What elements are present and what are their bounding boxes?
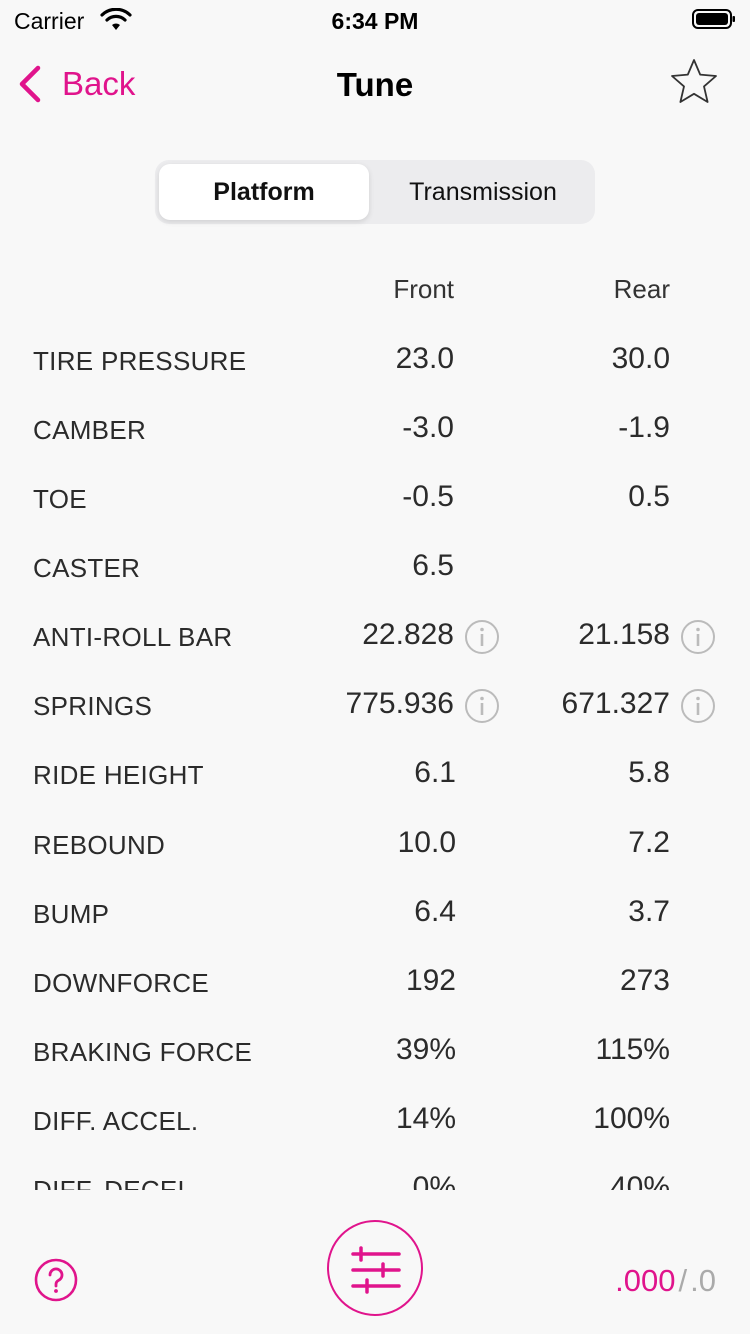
question-circle-icon[interactable] [34, 1258, 78, 1302]
row-label: DOWNFORCE [33, 968, 210, 998]
table-row: RIDE HEIGHT 6.1 5.8 [0, 740, 750, 809]
score-total: .0 [690, 1263, 716, 1298]
rear-value: 3.7 [628, 895, 670, 928]
tune-settings-button[interactable] [327, 1220, 423, 1316]
score-readout: .000/.0 [615, 1263, 716, 1299]
table-row: REBOUND 10.0 7.2 [0, 810, 750, 879]
front-value: 6.4 [414, 895, 456, 928]
battery-icon [692, 9, 735, 29]
table-row: BRAKING FORCE 39% 115% [0, 1017, 750, 1086]
navigation-bar: Back Tune [0, 40, 750, 128]
score-separator: / [678, 1263, 688, 1298]
front-value: 775.936 [345, 687, 454, 720]
table-row: TIRE PRESSURE 23.0 30.0 [0, 326, 750, 395]
front-value: 10.0 [397, 826, 456, 859]
front-value: -0.5 [402, 480, 454, 513]
table-row: CASTER 6.5 [0, 533, 750, 602]
table-row: ANTI-ROLL BAR 22.828 21.158 [0, 602, 750, 671]
rear-value: 671.327 [561, 687, 670, 720]
front-value: 39% [395, 1033, 456, 1066]
front-value: 0% [412, 1171, 456, 1190]
column-header-front: Front [393, 274, 454, 304]
row-label: TOE [33, 484, 87, 514]
table-header: Front Rear [0, 274, 750, 314]
star-outline-icon[interactable] [668, 56, 720, 108]
row-label: DIFF. ACCEL. [33, 1106, 199, 1136]
info-circle-icon[interactable] [680, 619, 716, 655]
front-value: -3.0 [402, 411, 454, 444]
rear-value: 100% [593, 1102, 670, 1135]
row-label: CAMBER [33, 415, 147, 445]
info-circle-icon[interactable] [464, 688, 500, 724]
info-circle-icon[interactable] [464, 619, 500, 655]
segment-transmission[interactable]: Transmission [375, 164, 591, 220]
table-row: CAMBER -3.0 -1.9 [0, 395, 750, 464]
table-row: DOWNFORCE 192 273 [0, 948, 750, 1017]
rear-value: 115% [595, 1033, 670, 1066]
rear-value: 273 [619, 964, 670, 997]
rear-value: 0.5 [628, 480, 670, 513]
row-label: TIRE PRESSURE [33, 346, 247, 376]
page-title: Tune [336, 66, 414, 103]
front-value: 6.5 [412, 549, 454, 582]
table-row: SPRINGS 775.936 671.327 [0, 671, 750, 740]
row-label: CASTER [33, 553, 141, 583]
column-header-rear: Rear [613, 274, 670, 304]
table-row: DIFF. ACCEL. 14% 100% [0, 1086, 750, 1155]
rear-value: 5.8 [628, 756, 670, 789]
row-label: SPRINGS [33, 691, 153, 721]
row-label: RIDE HEIGHT [33, 760, 204, 790]
table-row: TOE -0.5 0.5 [0, 464, 750, 533]
front-value: 23.0 [395, 342, 454, 375]
rear-value: 30.0 [611, 342, 670, 375]
segment-platform[interactable]: Platform [159, 164, 369, 220]
front-value: 14% [395, 1102, 456, 1135]
row-label: BRAKING FORCE [33, 1037, 253, 1067]
row-label: DIFF. DECEL. [33, 1175, 200, 1190]
status-time: 6:34 PM [331, 8, 419, 34]
tune-segmented-control: Platform Transmission [155, 160, 595, 224]
front-value: 192 [405, 964, 456, 997]
row-label: REBOUND [33, 830, 166, 860]
rear-value: 40% [609, 1171, 670, 1190]
rear-value: 7.2 [628, 826, 670, 859]
front-value: 22.828 [362, 618, 454, 651]
table-row: BUMP 6.4 3.7 [0, 879, 750, 948]
front-value: 6.1 [414, 756, 456, 789]
table-row: DIFF. DECEL. 0% 40% [0, 1155, 750, 1190]
rear-value: -1.9 [618, 411, 670, 444]
bottom-toolbar: .000/.0 [0, 1190, 750, 1334]
row-label: ANTI-ROLL BAR [33, 622, 233, 652]
tune-table: Front Rear TIRE PRESSURE 23.0 30.0 CAMBE… [0, 260, 750, 1190]
rear-value: 21.158 [578, 618, 670, 651]
score-value: .000 [615, 1263, 676, 1298]
sliders-icon [351, 1246, 401, 1294]
status-bar: Carrier 6:34 PM [0, 0, 750, 40]
row-label: BUMP [33, 899, 110, 929]
info-circle-icon[interactable] [680, 688, 716, 724]
